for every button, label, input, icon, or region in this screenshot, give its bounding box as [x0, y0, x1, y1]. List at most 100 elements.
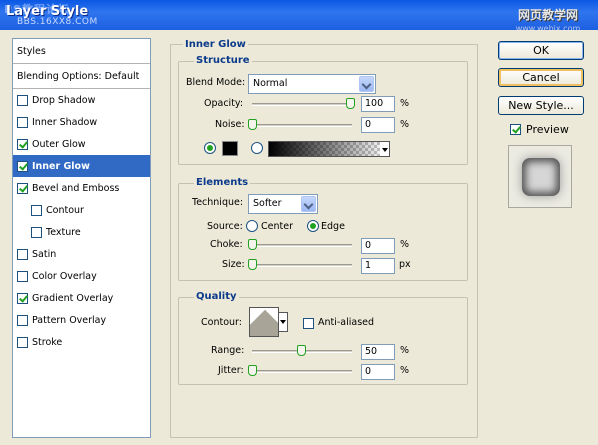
choke-unit: % — [400, 239, 410, 250]
size-slider[interactable] — [252, 264, 352, 267]
style-item-texture[interactable]: Texture — [13, 221, 150, 243]
style-checkbox-contour[interactable] — [31, 204, 42, 216]
style-preview-thumbnail — [522, 158, 560, 196]
section-title-inner-glow: Inner Glow — [183, 39, 248, 50]
blend-mode-dropdown-icon[interactable] — [359, 76, 374, 92]
blend-mode-select[interactable]: Normal — [248, 74, 376, 94]
style-item-label: Inner Glow — [32, 160, 90, 172]
size-unit: px — [399, 259, 411, 270]
style-item-bevel-and-emboss[interactable]: Bevel and Emboss — [13, 177, 150, 199]
opacity-unit: % — [400, 98, 410, 109]
style-checkbox-texture[interactable] — [31, 226, 42, 238]
style-checkbox-inner-glow[interactable] — [17, 160, 28, 172]
jitter-label: Jitter: — [218, 365, 244, 376]
style-item-label: Satin — [32, 248, 57, 260]
opacity-input[interactable]: 100 — [361, 96, 395, 112]
noise-input[interactable]: 0 — [361, 117, 395, 133]
style-item-pattern-overlay[interactable]: Pattern Overlay — [13, 309, 150, 331]
styles-panel: Styles Blending Options: Default Drop Sh… — [12, 38, 151, 438]
range-slider-thumb[interactable] — [297, 345, 306, 356]
style-checkbox-satin[interactable] — [17, 248, 28, 260]
style-item-satin[interactable]: Satin — [13, 243, 150, 265]
watermark-sub: BBS.16XX8.COM — [17, 17, 98, 27]
style-item-label: Color Overlay — [32, 270, 97, 282]
style-preview — [508, 145, 572, 208]
technique-value: Softer — [253, 198, 282, 209]
source-label: Source: — [207, 221, 243, 232]
blending-options[interactable]: Blending Options: Default — [13, 64, 150, 89]
solid-color-radio[interactable] — [204, 142, 216, 154]
ok-button[interactable]: OK — [498, 41, 584, 60]
jitter-slider-thumb[interactable] — [248, 365, 257, 376]
new-style-button[interactable]: New Style... — [498, 96, 584, 115]
glow-gradient-picker[interactable] — [268, 141, 388, 157]
style-item-label: Texture — [46, 226, 81, 238]
preview-checkbox[interactable] — [510, 124, 521, 135]
watermark-right-cn: 网页教学网 — [517, 8, 578, 22]
style-item-color-overlay[interactable]: Color Overlay — [13, 265, 150, 287]
contour-picker[interactable] — [249, 307, 279, 337]
elements-title: Elements — [194, 177, 251, 188]
size-slider-thumb[interactable] — [248, 259, 257, 270]
gradient-dropdown-icon[interactable] — [380, 141, 390, 157]
style-item-label: Contour — [46, 204, 84, 216]
noise-slider-thumb[interactable] — [248, 119, 257, 130]
size-label: Size: — [222, 259, 245, 270]
choke-label: Choke: — [210, 239, 243, 250]
styles-header-label: Styles — [17, 45, 46, 57]
style-item-gradient-overlay[interactable]: Gradient Overlay — [13, 287, 150, 309]
style-checkbox-pattern-overlay[interactable] — [17, 314, 28, 326]
choke-slider[interactable] — [252, 244, 352, 247]
technique-dropdown-icon[interactable] — [301, 196, 316, 212]
source-center-label[interactable]: Center — [261, 221, 293, 232]
jitter-slider[interactable] — [252, 370, 352, 373]
opacity-slider-thumb[interactable] — [346, 98, 355, 109]
technique-label: Technique: — [192, 197, 244, 208]
style-item-inner-glow[interactable]: Inner Glow — [13, 155, 150, 177]
noise-slider[interactable] — [252, 124, 352, 127]
jitter-input[interactable]: 0 — [361, 364, 395, 380]
glow-color-swatch[interactable] — [222, 141, 238, 156]
source-edge-radio[interactable] — [307, 220, 319, 232]
choke-slider-thumb[interactable] — [248, 239, 257, 250]
blending-options-label: Blending Options: Default — [17, 70, 140, 82]
anti-aliased-label[interactable]: Anti-aliased — [318, 317, 374, 328]
noise-unit: % — [400, 119, 410, 130]
range-input[interactable]: 50 — [361, 344, 395, 360]
style-checkbox-color-overlay[interactable] — [17, 270, 28, 282]
dialog-body: Styles Blending Options: Default Drop Sh… — [0, 30, 598, 445]
style-checkbox-inner-shadow[interactable] — [17, 116, 28, 128]
blend-mode-value: Normal — [253, 78, 288, 89]
style-checkbox-bevel-and-emboss[interactable] — [17, 182, 28, 194]
contour-dropdown-icon[interactable] — [279, 312, 288, 332]
opacity-label: Opacity: — [204, 98, 244, 109]
style-checkbox-outer-glow[interactable] — [17, 138, 28, 150]
size-input[interactable]: 1 — [361, 258, 395, 274]
contour-label: Contour: — [201, 317, 242, 328]
style-checkbox-gradient-overlay[interactable] — [17, 292, 28, 304]
technique-select[interactable]: Softer — [248, 194, 318, 214]
source-center-radio[interactable] — [246, 220, 258, 232]
choke-input[interactable]: 0 — [361, 238, 395, 254]
blend-mode-label: Blend Mode: — [186, 77, 246, 88]
range-label: Range: — [211, 345, 245, 356]
style-checkbox-drop-shadow[interactable] — [17, 94, 28, 106]
anti-aliased-checkbox[interactable] — [303, 318, 314, 329]
opacity-slider[interactable] — [252, 103, 352, 106]
noise-label: Noise: — [215, 119, 245, 130]
gradient-radio[interactable] — [251, 142, 263, 154]
styles-header[interactable]: Styles — [13, 39, 150, 64]
style-item-drop-shadow[interactable]: Drop Shadow — [13, 89, 150, 111]
structure-title: Structure — [194, 55, 252, 66]
preview-label[interactable]: Preview — [526, 123, 569, 136]
style-item-contour[interactable]: Contour — [13, 199, 150, 221]
source-edge-label[interactable]: Edge — [321, 221, 345, 232]
style-item-outer-glow[interactable]: Outer Glow — [13, 133, 150, 155]
title-bar[interactable]: PS教程论坛 Layer Style BBS.16XX8.COM 网页教学网 w… — [0, 0, 598, 33]
style-item-inner-shadow[interactable]: Inner Shadow — [13, 111, 150, 133]
style-checkbox-stroke[interactable] — [17, 336, 28, 348]
style-item-label: Bevel and Emboss — [32, 182, 120, 194]
style-item-stroke[interactable]: Stroke — [13, 331, 150, 353]
cancel-button[interactable]: Cancel — [498, 68, 584, 87]
watermark-right: 网页教学网 www.webjx.com — [508, 6, 588, 33]
